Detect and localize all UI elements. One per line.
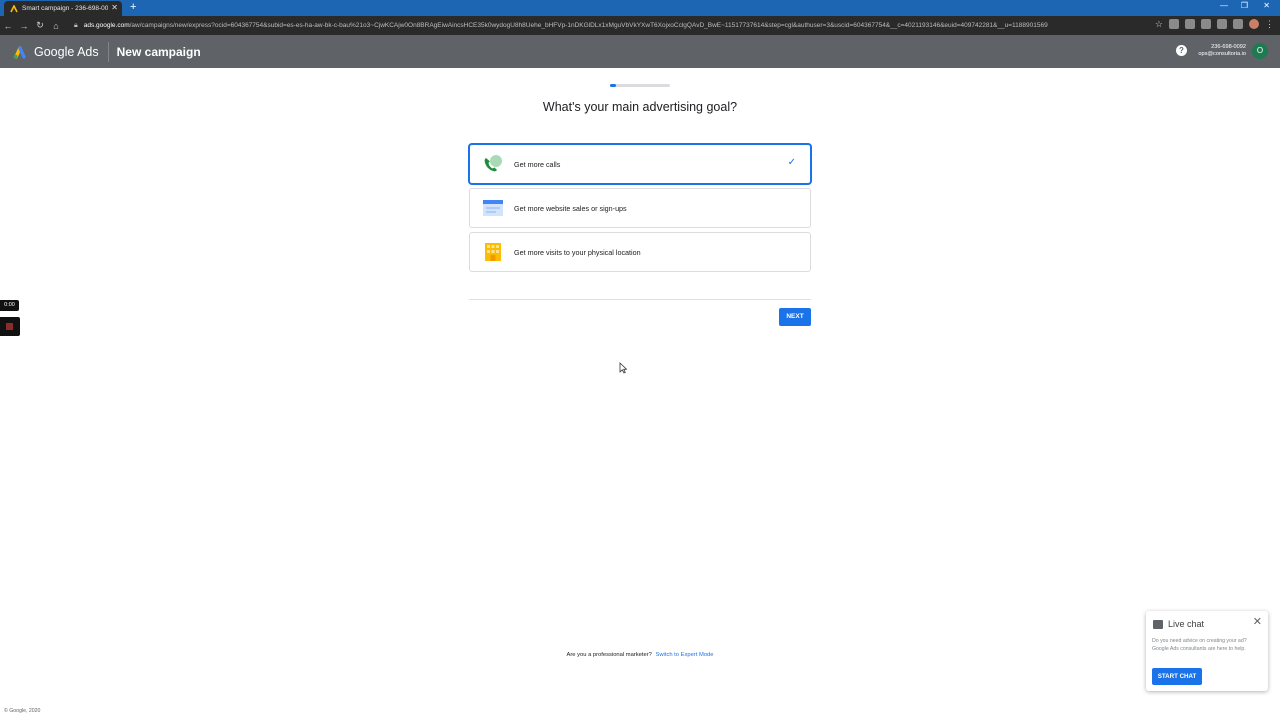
store-building-icon <box>482 242 504 262</box>
forward-icon[interactable]: → <box>16 21 32 31</box>
copyright: © Google, 2020 <box>4 708 41 714</box>
extension-icon[interactable] <box>1169 19 1179 29</box>
reload-icon[interactable]: ↻ <box>32 20 48 31</box>
live-chat-title: Live chat <box>1168 619 1205 629</box>
account-info[interactable]: 236-698-0092 ops@consultoria.io <box>1198 44 1246 58</box>
browser-tab[interactable]: Smart campaign - 236-698-0092 ✕ <box>4 1 122 16</box>
tab-title: Smart campaign - 236-698-0092 <box>22 5 108 12</box>
pro-marketer-prompt: Are you a professional marketer? Switch … <box>440 652 840 658</box>
live-chat-header: Live chat <box>1153 619 1204 629</box>
start-chat-button[interactable]: START CHAT <box>1152 668 1202 685</box>
new-tab-icon[interactable]: + <box>130 1 136 13</box>
stop-recording-button[interactable] <box>0 317 20 336</box>
account-email: ops@consultoria.io <box>1198 51 1246 57</box>
pro-marketer-text: Are you a professional marketer? <box>566 652 652 658</box>
expert-mode-link[interactable]: Switch to Expert Mode <box>656 652 714 658</box>
window-close-icon[interactable]: ✕ <box>1263 1 1270 10</box>
address-bar[interactable]: 🔒︎ ads.google.com /aw/campaigns/new/expr… <box>74 22 1134 30</box>
lock-icon: 🔒︎ <box>74 21 78 29</box>
extension-icon[interactable] <box>1217 19 1227 29</box>
minimize-icon[interactable]: — <box>1220 1 1228 10</box>
extension-icon[interactable] <box>1185 19 1195 29</box>
bookmark-star-icon[interactable]: ☆ <box>1155 19 1163 29</box>
browser-toolbar: ← → ↻ ⌂ 🔒︎ ads.google.com /aw/campaigns/… <box>0 16 1280 35</box>
header-divider <box>107 41 109 62</box>
tab-close-icon[interactable]: ✕ <box>111 3 118 12</box>
goal-option-label: Get more calls <box>514 159 561 169</box>
extension-icon[interactable] <box>1201 19 1211 29</box>
back-icon[interactable]: ← <box>0 21 16 31</box>
extensions-puzzle-icon[interactable] <box>1233 19 1243 29</box>
wizard-question: What's your main advertising goal? <box>542 100 738 114</box>
phone-icon <box>482 154 504 174</box>
wizard-progress-fill <box>610 84 616 87</box>
live-chat-panel: Live chat ✕ Do you need advice on creati… <box>1146 611 1268 691</box>
stop-icon <box>6 323 13 330</box>
browser-window-icon <box>482 198 504 218</box>
recording-timer: 0:00 <box>0 300 19 311</box>
url-host: ads.google.com <box>83 22 130 29</box>
mouse-cursor-icon <box>619 361 628 379</box>
goal-option-website[interactable]: Get more website sales or sign-ups <box>469 188 811 228</box>
goal-option-location[interactable]: Get more visits to your physical locatio… <box>469 232 811 272</box>
extension-icons: ☆ ⋮ <box>1155 19 1274 29</box>
account-phone: 236-698-0092 <box>1211 44 1246 50</box>
live-chat-body: Do you need advice on creating your ad? … <box>1152 638 1247 652</box>
home-icon[interactable]: ⌂ <box>48 21 64 31</box>
browser-tab-strip: Smart campaign - 236-698-0092 ✕ + — ❐ ✕ <box>0 0 1280 16</box>
wizard-divider <box>469 299 811 300</box>
google-ads-logo-icon[interactable] <box>12 45 28 59</box>
help-icon[interactable]: ? <box>1176 45 1187 56</box>
close-icon[interactable]: ✕ <box>1253 615 1262 628</box>
wizard-progress-bar <box>610 84 670 87</box>
restore-icon[interactable]: ❐ <box>1241 1 1248 10</box>
browser-menu-icon[interactable]: ⋮ <box>1265 19 1274 29</box>
google-ads-favicon-icon <box>10 3 18 13</box>
url-path: /aw/campaigns/new/express?ocid=604367754… <box>129 22 1048 29</box>
goal-option-label: Get more website sales or sign-ups <box>514 203 627 213</box>
app-header: Google Ads New campaign ? 236-698-0092 o… <box>0 35 1280 68</box>
checkmark-icon: ✓ <box>787 157 796 168</box>
brand-name: Google Ads <box>34 44 99 59</box>
goal-option-calls[interactable]: Get more calls ✓ <box>469 144 811 184</box>
avatar[interactable]: O <box>1252 43 1268 59</box>
goal-option-label: Get more visits to your physical locatio… <box>514 247 641 257</box>
profile-avatar-icon[interactable] <box>1249 19 1259 29</box>
page-title: New campaign <box>116 44 201 59</box>
chat-bubble-icon <box>1153 619 1163 629</box>
next-button[interactable]: NEXT <box>779 308 811 326</box>
